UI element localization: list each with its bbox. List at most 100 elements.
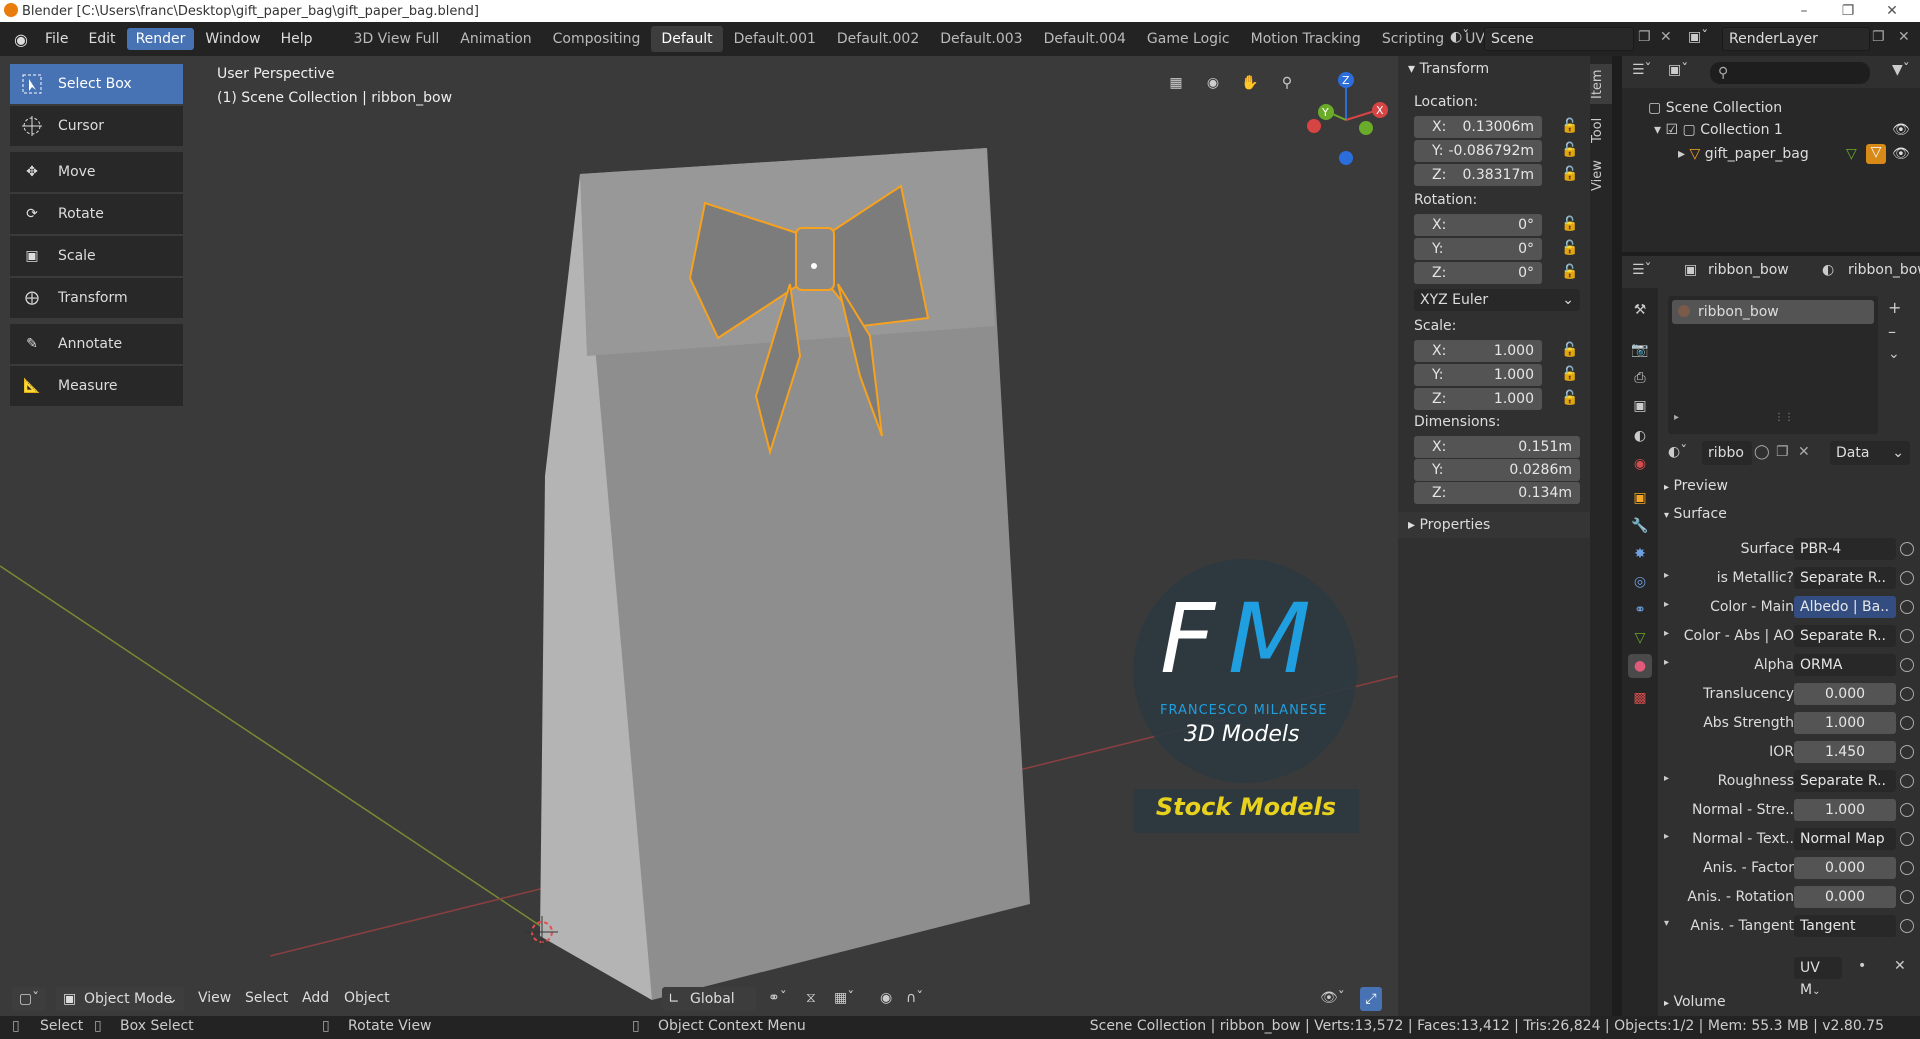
tool-annotate[interactable]: ✎ Annotate <box>10 324 183 364</box>
tab-tool[interactable]: Tool <box>1590 110 1612 150</box>
lock-icon[interactable]: 🔓 <box>1561 142 1579 160</box>
tab-default-003[interactable]: Default.003 <box>930 26 1032 52</box>
material-slot-list[interactable]: ribbon_bow ▸ ⋮⋮ <box>1668 296 1878 434</box>
property-value[interactable]: PBR-4 <box>1794 538 1896 560</box>
editor-type-icon[interactable]: ▢ˇ <box>12 987 46 1011</box>
rotation-mode-dropdown[interactable]: XYZ Euler ⌄ <box>1414 289 1580 311</box>
link-dropdown[interactable]: Data ⌄ <box>1830 441 1910 465</box>
zoom-icon[interactable]: ⚲ <box>1272 68 1302 98</box>
outliner-collection-1[interactable]: ▾ ☑ ▢ Collection 1 <box>1654 122 1783 138</box>
editor-type-icon[interactable]: ☰ˇ <box>1632 62 1652 78</box>
preview-panel-header[interactable]: ▸ Preview <box>1664 478 1728 494</box>
tool-measure[interactable]: 📐 Measure <box>10 366 183 406</box>
expand-arrow-icon[interactable]: ▸ <box>1664 570 1669 581</box>
tab-default[interactable]: Default <box>651 26 723 52</box>
socket-dot-icon[interactable] <box>1900 919 1914 933</box>
blender-menu-icon[interactable]: ◉ <box>6 30 36 49</box>
properties-panel-header[interactable]: ▸ Properties <box>1398 512 1590 538</box>
visibility-icon[interactable]: 👁ˇ <box>1320 990 1345 1006</box>
outliner-search-input[interactable]: ⚲ <box>1710 62 1870 84</box>
checkbox-icon[interactable]: ☑ <box>1665 122 1678 138</box>
scene-props-icon[interactable]: ◐ <box>1628 424 1652 448</box>
new-layer-icon[interactable]: ❐ <box>1872 29 1885 45</box>
tool-scale[interactable]: ▣ Scale <box>10 236 183 276</box>
socket-dot-icon[interactable] <box>1900 542 1914 556</box>
socket-dot-icon[interactable] <box>1900 745 1914 759</box>
menu-render[interactable]: Render <box>126 28 195 50</box>
socket-dot-icon[interactable] <box>1900 571 1914 585</box>
lock-icon[interactable]: 🔓 <box>1561 342 1579 360</box>
expand-arrow-icon[interactable]: ▸ <box>1664 831 1669 842</box>
property-value[interactable]: ORMA <box>1794 654 1896 676</box>
expand-arrow-icon[interactable]: ▸ <box>1664 657 1669 668</box>
world-props-icon[interactable]: ◉ <box>1628 452 1652 476</box>
menu-object[interactable]: Object <box>344 990 390 1006</box>
transform-panel-header[interactable]: ▾ Transform <box>1408 61 1489 77</box>
maximize-icon[interactable]: ❐ <box>1828 0 1868 22</box>
uvmap-field[interactable]: UV M⌄ <box>1794 957 1842 998</box>
property-value[interactable]: 0.000 <box>1794 886 1896 908</box>
eye-icon[interactable]: 👁 <box>1892 146 1910 162</box>
tool-transform[interactable]: ⨁ Transform <box>10 278 183 318</box>
property-value[interactable]: Normal Map <box>1794 828 1896 850</box>
delete-layer-icon[interactable]: ✕ <box>1898 29 1910 45</box>
menu-add[interactable]: Add <box>302 990 329 1006</box>
material-icon[interactable]: ▽ <box>1866 144 1886 164</box>
scale-z-field[interactable]: Z: 1.000 <box>1414 388 1542 410</box>
property-value[interactable]: 0.000 <box>1794 683 1896 705</box>
render-props-icon[interactable]: 📷 <box>1628 338 1652 362</box>
expand-arrow-icon[interactable]: ▾ <box>1664 918 1669 929</box>
toggle-grid-icon[interactable]: ▦ <box>1161 68 1191 98</box>
object-props-icon[interactable]: ▣ <box>1628 486 1652 510</box>
socket-dot-icon[interactable] <box>1900 629 1914 643</box>
expand-arrow-icon[interactable]: ▸ <box>1664 628 1669 639</box>
unlink-material-icon[interactable]: ✕ <box>1798 444 1810 460</box>
property-value[interactable]: Separate R.. <box>1794 770 1896 792</box>
tab-compositing[interactable]: Compositing <box>543 26 651 52</box>
property-value[interactable]: Tangent <box>1794 915 1896 937</box>
slot-menu-icon[interactable]: ⌄ <box>1888 346 1900 362</box>
tab-default-001[interactable]: Default.001 <box>724 26 826 52</box>
uvmap-dot-icon[interactable]: • <box>1858 958 1866 974</box>
menu-window[interactable]: Window <box>196 28 269 50</box>
physics-icon[interactable]: ◎ <box>1628 570 1652 594</box>
mesh-data-icon[interactable]: ▽ <box>1846 146 1857 162</box>
expand-arrow-icon[interactable]: ▸ <box>1664 599 1669 610</box>
dimensions-z-field[interactable]: Z: 0.134m <box>1414 482 1580 504</box>
lock-icon[interactable]: 🔓 <box>1561 166 1579 184</box>
texture-props-icon[interactable]: ▩ <box>1628 686 1652 710</box>
lock-icon[interactable]: 🔓 <box>1561 240 1579 258</box>
eye-icon[interactable]: 👁 <box>1892 122 1910 138</box>
close-window-icon[interactable]: ✕ <box>1872 0 1912 22</box>
rotation-x-field[interactable]: X: 0° <box>1414 214 1542 236</box>
scene-field[interactable]: Scene <box>1484 27 1634 51</box>
snap-target-icon[interactable]: ▦ˇ <box>834 990 854 1006</box>
tool-settings-icon[interactable]: ⚒ <box>1628 298 1652 322</box>
add-slot-icon[interactable]: + <box>1888 298 1901 317</box>
3d-viewport[interactable]: F M FRANCESCO MILANESE 3D Models Stock M… <box>0 56 1398 1016</box>
location-x-field[interactable]: X: 0.13006m <box>1414 116 1542 138</box>
outliner-gift-paper-bag[interactable]: ▸ ▽ gift_paper_bag <box>1678 146 1809 162</box>
outliner-scene-collection[interactable]: ▢ Scene Collection <box>1648 100 1782 116</box>
property-value[interactable]: Separate R.. <box>1794 625 1896 647</box>
filter-icon[interactable]: ▼ˇ <box>1892 62 1910 78</box>
dimensions-y-field[interactable]: Y: 0.0286m <box>1414 459 1580 481</box>
snap-icon[interactable]: ⧖ <box>806 990 816 1006</box>
output-props-icon[interactable]: ⎙ <box>1628 366 1652 390</box>
property-value[interactable]: Separate R.. <box>1794 567 1896 589</box>
modifier-wrench-icon[interactable]: 🔧 <box>1628 514 1652 538</box>
camera-view-icon[interactable]: ◉ <box>1198 68 1228 98</box>
socket-dot-icon[interactable] <box>1900 658 1914 672</box>
material-slot-item[interactable]: ribbon_bow <box>1672 300 1874 324</box>
dimensions-x-field[interactable]: X: 0.151m <box>1414 436 1580 458</box>
render-layer-field[interactable]: RenderLayer <box>1722 27 1870 51</box>
scale-y-field[interactable]: Y: 1.000 <box>1414 364 1542 386</box>
tab-3d-view-full[interactable]: 3D View Full <box>344 26 450 52</box>
resize-grip-icon[interactable]: ⋮⋮ <box>1774 412 1794 423</box>
tab-default-002[interactable]: Default.002 <box>827 26 929 52</box>
mesh-data-icon[interactable]: ▽ <box>1628 626 1652 650</box>
socket-dot-icon[interactable] <box>1900 861 1914 875</box>
context-object-label[interactable]: ribbon_bow <box>1708 262 1789 278</box>
socket-dot-icon[interactable] <box>1900 687 1914 701</box>
lock-icon[interactable]: 🔓 <box>1561 118 1579 136</box>
